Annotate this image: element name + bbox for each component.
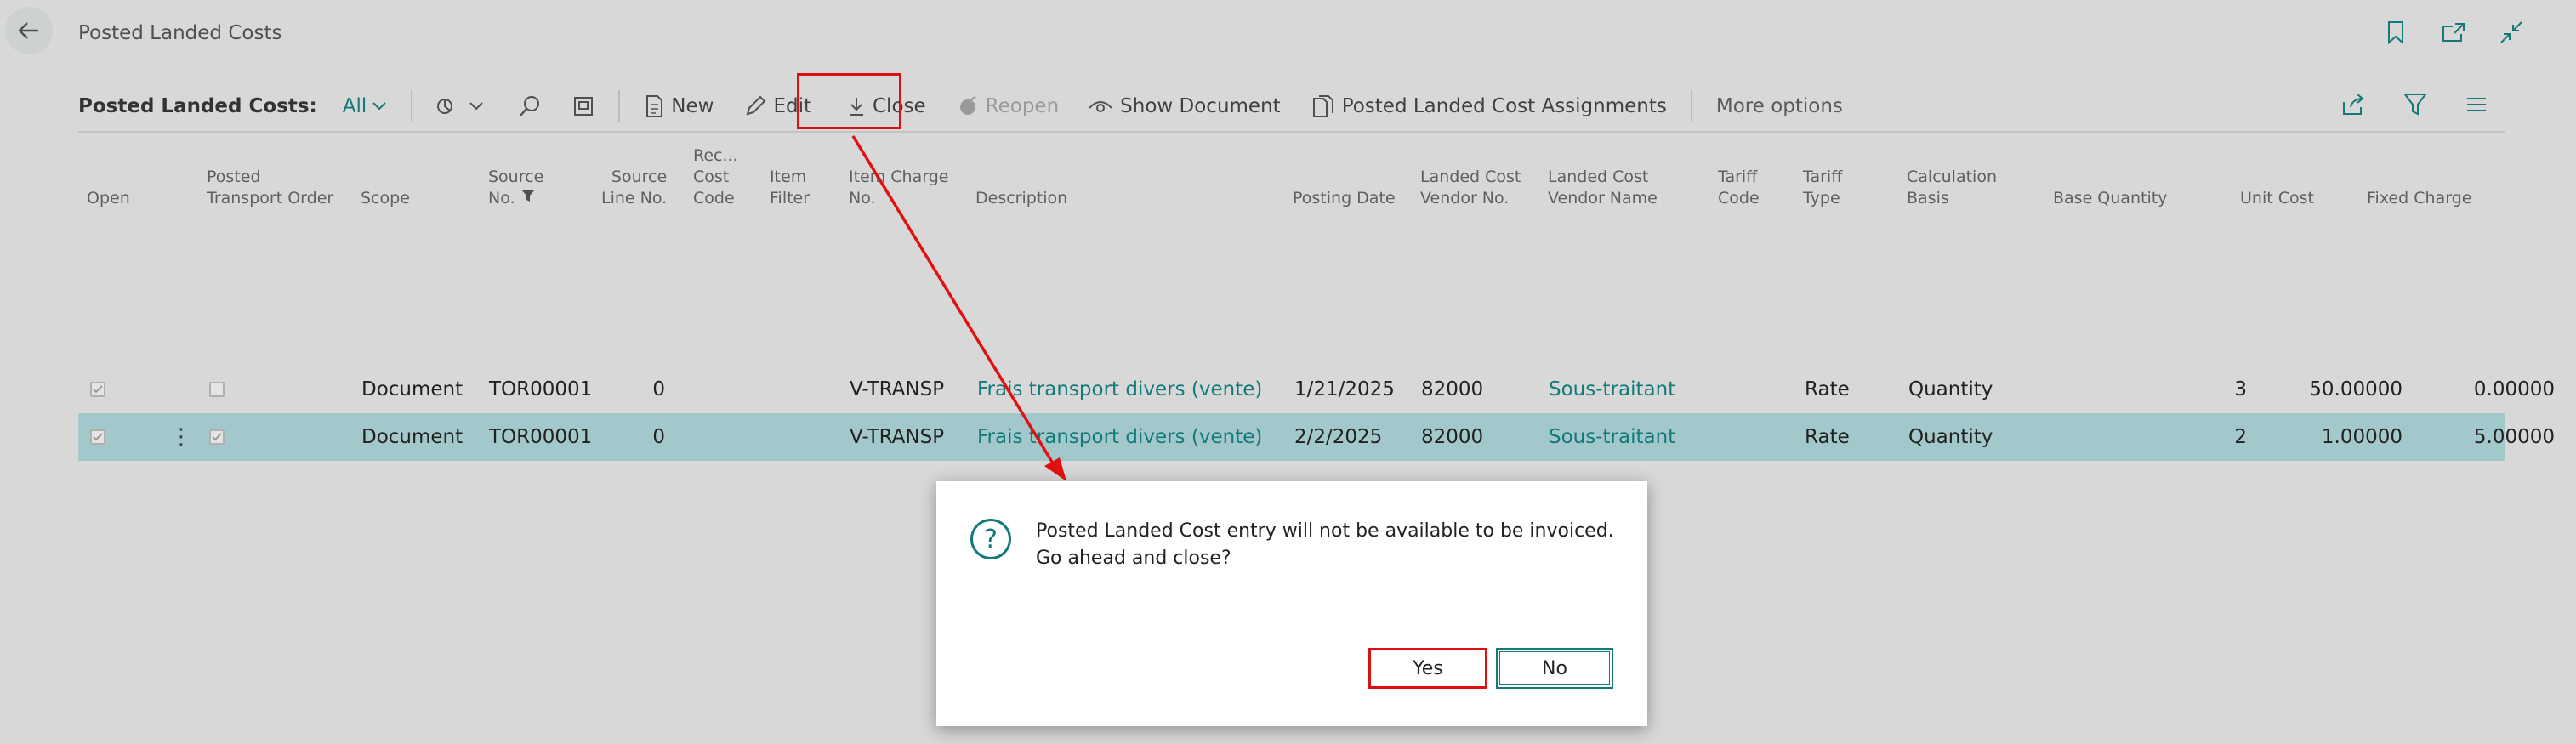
eye-icon [1089, 101, 1112, 112]
search-icon [520, 96, 540, 116]
vendor-no-cell: 82000 [1421, 378, 1484, 400]
col-posting-date[interactable]: Posting Date [1293, 188, 1396, 209]
top-actions [2382, 19, 2525, 46]
action-bar: Posted Landed Costs: All New Edit Close … [78, 82, 2505, 133]
source-no-cell: TOR00001 [489, 378, 593, 400]
analysis-icon [437, 99, 453, 114]
posting-date-cell: 1/21/2025 [1294, 378, 1395, 400]
posting-date-cell: 2/2/2025 [1294, 426, 1383, 448]
item-charge-no-cell: V-TRANSP [850, 378, 945, 400]
checkmark-icon [212, 433, 222, 441]
fixed-charge-cell: 0.00000 [2473, 378, 2555, 400]
col-base-quantity[interactable]: Base Quantity [2053, 188, 2167, 209]
source-line-no-cell: 0 [652, 378, 665, 400]
tariff-type-cell: Rate [1805, 426, 1850, 448]
share-icon[interactable] [2340, 92, 2366, 117]
col-source-no[interactable]: Source No. [488, 167, 543, 209]
row-actions-ellipsis-icon[interactable]: ⋮ [170, 413, 192, 461]
collapse-icon[interactable] [2498, 19, 2525, 46]
posted-transport-order-checkbox[interactable] [209, 366, 225, 413]
col-landed-cost-vendor-name[interactable]: Landed Cost Vendor Name [1548, 167, 1658, 209]
calculation-basis-cell: Quantity [1908, 426, 1993, 448]
col-description[interactable]: Description [975, 188, 1067, 209]
top-bar: Posted Landed Costs [0, 0, 2576, 75]
calculation-basis-cell: Quantity [1908, 378, 1993, 400]
col-tariff-type[interactable]: Tariff Type [1803, 167, 1842, 209]
show-document-button[interactable]: Show Document [1088, 95, 1281, 117]
vendor-name-link[interactable]: Sous-traitant [1549, 413, 1675, 461]
back-button[interactable] [5, 7, 53, 54]
open-checkbox[interactable] [90, 413, 105, 461]
description-link[interactable]: Frais transport divers (vente) [977, 366, 1262, 413]
open-new-window-icon[interactable] [2440, 19, 2467, 46]
col-item-charge-no[interactable]: Item Charge No. [849, 167, 948, 209]
col-scope[interactable]: Scope [361, 188, 410, 209]
close-button-highlight [797, 73, 901, 129]
chevron-down-icon [372, 102, 386, 111]
scope-cell: Document [361, 378, 463, 400]
source-no-cell: TOR00001 [489, 426, 593, 448]
separator [1690, 90, 1692, 122]
new-button[interactable]: New [644, 94, 714, 118]
analysis-mode-button[interactable] [436, 95, 484, 117]
reopen-label: Reopen [985, 95, 1060, 117]
separator [411, 90, 413, 122]
yes-button[interactable]: Yes [1368, 648, 1487, 689]
col-rec-cost-code[interactable]: Rec... Cost Code [693, 145, 738, 209]
show-document-label: Show Document [1120, 95, 1281, 117]
filter-icon[interactable] [2403, 92, 2427, 117]
pencil-icon [746, 95, 766, 116]
layout-button[interactable] [572, 95, 594, 117]
source-line-no-cell: 0 [652, 426, 665, 448]
description-link[interactable]: Frais transport divers (vente) [977, 413, 1262, 461]
chevron-down-icon [469, 102, 483, 111]
separator [618, 90, 621, 122]
col-fixed-charge[interactable]: Fixed Charge [2367, 188, 2471, 209]
vendor-no-cell: 82000 [1421, 426, 1484, 448]
open-checkbox[interactable] [90, 366, 105, 413]
confirm-close-dialog: ? Posted Landed Cost entry will not be a… [936, 481, 1647, 726]
view-filter-label: All [342, 95, 367, 117]
documents-icon [1312, 95, 1333, 117]
list-caption: Posted Landed Costs: [78, 95, 317, 117]
reopen-icon [959, 96, 976, 115]
bookmark-icon[interactable] [2382, 19, 2409, 46]
reopen-button[interactable]: Reopen [957, 95, 1060, 117]
table-row[interactable]: ⋮ Document TOR00001 0 V-TRANSP Frais tra… [78, 413, 2555, 461]
list-view-icon[interactable] [2465, 92, 2488, 117]
column-headers: Open Posted Transport Order Scope Source N… [78, 134, 2505, 221]
table-row[interactable]: Document TOR00001 0 V-TRANSP Frais trans… [78, 366, 2555, 413]
new-label: New [671, 95, 714, 117]
page-title: Posted Landed Costs [78, 22, 282, 44]
filter-funnel-icon [520, 190, 535, 202]
view-filter-dropdown[interactable]: All [343, 95, 388, 117]
col-posted-transport-order[interactable]: Posted Transport Order [207, 167, 333, 209]
layout-icon [574, 97, 594, 116]
col-landed-cost-vendor-no[interactable]: Landed Cost Vendor No. [1420, 167, 1521, 209]
fixed-charge-cell: 5.00000 [2473, 426, 2555, 448]
posted-landed-cost-assignments-label: Posted Landed Cost Assignments [1341, 95, 1667, 117]
col-item-filter[interactable]: Item Filter [770, 167, 810, 209]
scope-cell: Document [361, 426, 463, 448]
col-unit-cost[interactable]: Unit Cost [2240, 188, 2314, 209]
col-calculation-basis[interactable]: Calculation Basis [1907, 167, 1997, 209]
checkmark-icon [93, 433, 103, 441]
new-document-icon [646, 95, 663, 117]
vendor-name-link[interactable]: Sous-traitant [1549, 366, 1675, 413]
search-button[interactable] [518, 94, 542, 118]
item-charge-no-cell: V-TRANSP [850, 426, 945, 448]
col-open[interactable]: Open [87, 188, 130, 209]
checkmark-icon [93, 385, 103, 394]
list-tools [2340, 92, 2488, 117]
question-icon: ? [970, 519, 1011, 559]
posted-landed-cost-assignments-button[interactable]: Posted Landed Cost Assignments [1311, 94, 1667, 118]
back-arrow-icon [18, 22, 38, 39]
posted-transport-order-checkbox[interactable] [209, 413, 225, 461]
more-options-button[interactable]: More options [1716, 95, 1843, 117]
tariff-type-cell: Rate [1805, 378, 1850, 400]
col-source-line-no[interactable]: Source Line No. [601, 167, 667, 209]
no-button[interactable]: No [1496, 648, 1613, 689]
dialog-message: Posted Landed Cost entry will not be ava… [1036, 520, 1614, 569]
col-tariff-code[interactable]: Tariff Code [1718, 167, 1760, 209]
